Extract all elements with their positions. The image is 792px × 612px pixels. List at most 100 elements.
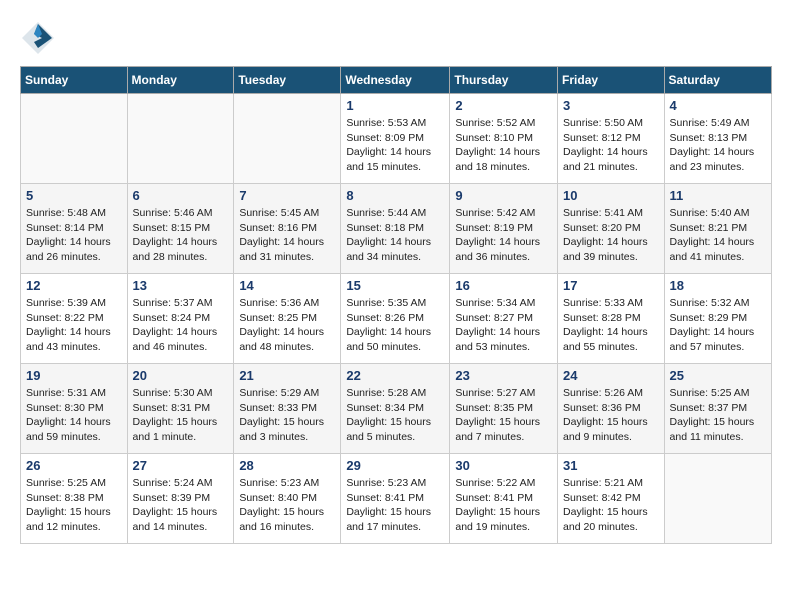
day-info: Sunrise: 5:26 AM Sunset: 8:36 PM Dayligh… [563,386,659,445]
calendar-day-cell: 8 Sunrise: 5:44 AM Sunset: 8:18 PM Daylig… [341,184,450,274]
calendar-day-cell: 31 Sunrise: 5:21 AM Sunset: 8:42 PM Dayli… [558,454,665,544]
calendar-day-cell: 26 Sunrise: 5:25 AM Sunset: 8:38 PM Dayli… [21,454,128,544]
day-number: 15 [346,278,444,293]
weekday-header: Sunday [21,67,128,94]
weekday-header: Friday [558,67,665,94]
day-number: 11 [670,188,766,203]
day-info: Sunrise: 5:23 AM Sunset: 8:40 PM Dayligh… [239,476,335,535]
weekday-header: Monday [127,67,234,94]
calendar-day-cell [664,454,771,544]
day-number: 24 [563,368,659,383]
calendar-day-cell: 22 Sunrise: 5:28 AM Sunset: 8:34 PM Dayli… [341,364,450,454]
day-info: Sunrise: 5:31 AM Sunset: 8:30 PM Dayligh… [26,386,122,445]
day-number: 1 [346,98,444,113]
day-info: Sunrise: 5:45 AM Sunset: 8:16 PM Dayligh… [239,206,335,265]
calendar-day-cell: 19 Sunrise: 5:31 AM Sunset: 8:30 PM Dayli… [21,364,128,454]
calendar-day-cell: 16 Sunrise: 5:34 AM Sunset: 8:27 PM Dayli… [450,274,558,364]
calendar-day-cell: 30 Sunrise: 5:22 AM Sunset: 8:41 PM Dayli… [450,454,558,544]
day-info: Sunrise: 5:37 AM Sunset: 8:24 PM Dayligh… [133,296,229,355]
day-info: Sunrise: 5:22 AM Sunset: 8:41 PM Dayligh… [455,476,552,535]
day-number: 27 [133,458,229,473]
day-info: Sunrise: 5:34 AM Sunset: 8:27 PM Dayligh… [455,296,552,355]
day-info: Sunrise: 5:36 AM Sunset: 8:25 PM Dayligh… [239,296,335,355]
day-number: 3 [563,98,659,113]
day-info: Sunrise: 5:49 AM Sunset: 8:13 PM Dayligh… [670,116,766,175]
day-info: Sunrise: 5:44 AM Sunset: 8:18 PM Dayligh… [346,206,444,265]
calendar-table: SundayMondayTuesdayWednesdayThursdayFrid… [20,66,772,544]
day-number: 2 [455,98,552,113]
day-number: 31 [563,458,659,473]
day-number: 30 [455,458,552,473]
calendar-day-cell: 10 Sunrise: 5:41 AM Sunset: 8:20 PM Dayli… [558,184,665,274]
weekday-header: Saturday [664,67,771,94]
calendar-day-cell: 25 Sunrise: 5:25 AM Sunset: 8:37 PM Dayli… [664,364,771,454]
calendar-week-row: 26 Sunrise: 5:25 AM Sunset: 8:38 PM Dayli… [21,454,772,544]
day-info: Sunrise: 5:23 AM Sunset: 8:41 PM Dayligh… [346,476,444,535]
day-number: 22 [346,368,444,383]
day-number: 21 [239,368,335,383]
day-number: 9 [455,188,552,203]
day-number: 29 [346,458,444,473]
calendar-day-cell: 7 Sunrise: 5:45 AM Sunset: 8:16 PM Daylig… [234,184,341,274]
weekday-header: Tuesday [234,67,341,94]
day-info: Sunrise: 5:52 AM Sunset: 8:10 PM Dayligh… [455,116,552,175]
day-info: Sunrise: 5:25 AM Sunset: 8:38 PM Dayligh… [26,476,122,535]
calendar-body: 1 Sunrise: 5:53 AM Sunset: 8:09 PM Daylig… [21,94,772,544]
weekday-header: Wednesday [341,67,450,94]
day-info: Sunrise: 5:21 AM Sunset: 8:42 PM Dayligh… [563,476,659,535]
day-number: 26 [26,458,122,473]
day-info: Sunrise: 5:42 AM Sunset: 8:19 PM Dayligh… [455,206,552,265]
calendar-day-cell: 1 Sunrise: 5:53 AM Sunset: 8:09 PM Daylig… [341,94,450,184]
day-number: 18 [670,278,766,293]
day-number: 23 [455,368,552,383]
calendar-day-cell [21,94,128,184]
day-number: 13 [133,278,229,293]
day-info: Sunrise: 5:35 AM Sunset: 8:26 PM Dayligh… [346,296,444,355]
calendar-week-row: 5 Sunrise: 5:48 AM Sunset: 8:14 PM Daylig… [21,184,772,274]
day-info: Sunrise: 5:30 AM Sunset: 8:31 PM Dayligh… [133,386,229,445]
calendar-day-cell: 15 Sunrise: 5:35 AM Sunset: 8:26 PM Dayli… [341,274,450,364]
day-number: 25 [670,368,766,383]
logo-icon [20,20,56,56]
day-number: 6 [133,188,229,203]
calendar-week-row: 1 Sunrise: 5:53 AM Sunset: 8:09 PM Daylig… [21,94,772,184]
calendar-day-cell: 23 Sunrise: 5:27 AM Sunset: 8:35 PM Dayli… [450,364,558,454]
calendar-week-row: 12Sunrise: 5:39 AM Sunset: 8:22 PM Dayli… [21,274,772,364]
calendar-day-cell: 18Sunrise: 5:32 AM Sunset: 8:29 PM Dayli… [664,274,771,364]
calendar-day-cell: 5 Sunrise: 5:48 AM Sunset: 8:14 PM Daylig… [21,184,128,274]
day-info: Sunrise: 5:29 AM Sunset: 8:33 PM Dayligh… [239,386,335,445]
day-number: 7 [239,188,335,203]
calendar-header: SundayMondayTuesdayWednesdayThursdayFrid… [21,67,772,94]
weekday-row: SundayMondayTuesdayWednesdayThursdayFrid… [21,67,772,94]
day-number: 8 [346,188,444,203]
logo [20,20,60,56]
day-info: Sunrise: 5:27 AM Sunset: 8:35 PM Dayligh… [455,386,552,445]
day-number: 20 [133,368,229,383]
day-number: 12 [26,278,122,293]
day-number: 19 [26,368,122,383]
day-info: Sunrise: 5:50 AM Sunset: 8:12 PM Dayligh… [563,116,659,175]
calendar-day-cell: 28 Sunrise: 5:23 AM Sunset: 8:40 PM Dayli… [234,454,341,544]
calendar-day-cell [127,94,234,184]
day-number: 5 [26,188,122,203]
calendar-day-cell [234,94,341,184]
calendar-day-cell: 2 Sunrise: 5:52 AM Sunset: 8:10 PM Daylig… [450,94,558,184]
calendar-day-cell: 27Sunrise: 5:24 AM Sunset: 8:39 PM Dayli… [127,454,234,544]
day-info: Sunrise: 5:48 AM Sunset: 8:14 PM Dayligh… [26,206,122,265]
day-info: Sunrise: 5:28 AM Sunset: 8:34 PM Dayligh… [346,386,444,445]
calendar-day-cell: 3 Sunrise: 5:50 AM Sunset: 8:12 PM Daylig… [558,94,665,184]
weekday-header: Thursday [450,67,558,94]
calendar-day-cell: 20 Sunrise: 5:30 AM Sunset: 8:31 PM Dayli… [127,364,234,454]
day-number: 14 [239,278,335,293]
day-number: 10 [563,188,659,203]
calendar-day-cell: 13 Sunrise: 5:37 AM Sunset: 8:24 PM Dayli… [127,274,234,364]
calendar-day-cell: 14 Sunrise: 5:36 AM Sunset: 8:25 PM Dayli… [234,274,341,364]
calendar-day-cell: 29 Sunrise: 5:23 AM Sunset: 8:41 PM Dayli… [341,454,450,544]
day-info: Sunrise: 5:25 AM Sunset: 8:37 PM Dayligh… [670,386,766,445]
calendar-day-cell: 12Sunrise: 5:39 AM Sunset: 8:22 PM Dayli… [21,274,128,364]
day-number: 16 [455,278,552,293]
day-number: 28 [239,458,335,473]
day-info: Sunrise: 5:41 AM Sunset: 8:20 PM Dayligh… [563,206,659,265]
day-info: Sunrise: 5:53 AM Sunset: 8:09 PM Dayligh… [346,116,444,175]
calendar-day-cell: 11Sunrise: 5:40 AM Sunset: 8:21 PM Dayli… [664,184,771,274]
